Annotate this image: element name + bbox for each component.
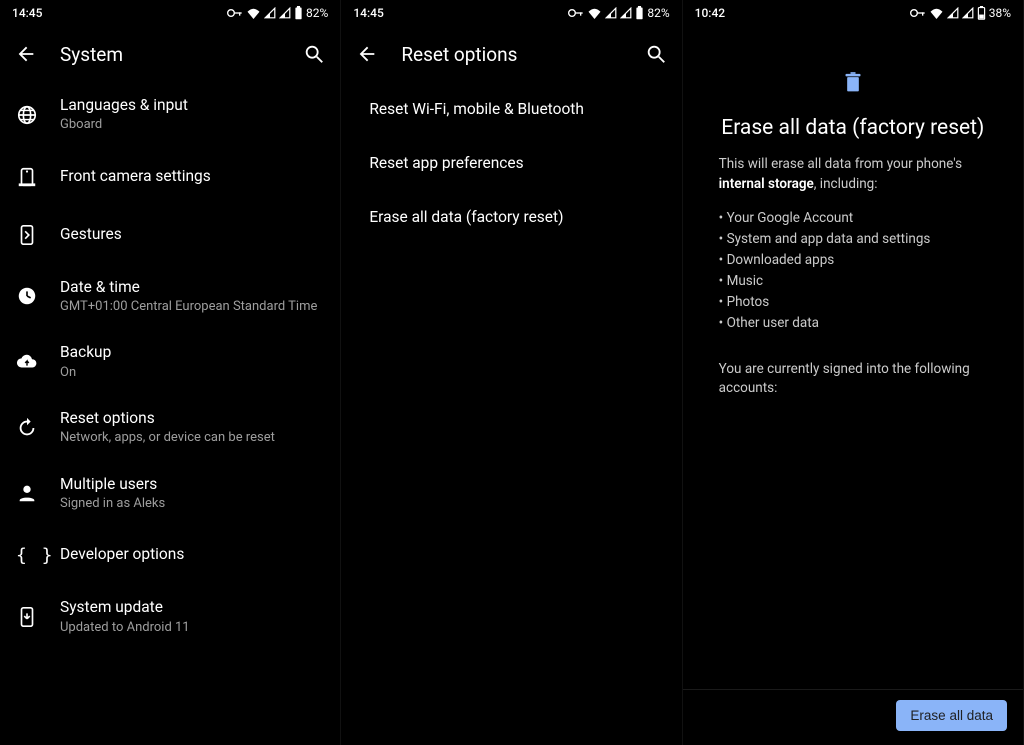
search-icon — [303, 43, 325, 65]
status-indicators: 82% — [227, 6, 328, 20]
item-multiple-users[interactable]: Multiple users Signed in as Aleks — [0, 461, 340, 527]
vpn-key-icon — [568, 8, 584, 18]
signal-icon-2 — [962, 7, 974, 19]
arrow-back-icon — [15, 43, 37, 65]
signal-icon — [605, 7, 617, 19]
erase-all-data[interactable]: Erase all data (factory reset) — [341, 190, 681, 244]
cloud-upload-icon — [16, 351, 38, 373]
erase-list-item: Your Google Account — [719, 208, 931, 229]
reset-wifi-mobile-bluetooth[interactable]: Reset Wi-Fi, mobile & Bluetooth — [341, 82, 681, 136]
wifi-icon — [929, 7, 944, 19]
item-sub: GMT+01:00 Central European Standard Time — [60, 299, 322, 315]
front-camera-icon — [16, 166, 38, 188]
wifi-icon — [246, 7, 261, 19]
erase-list-item: System and app data and settings — [719, 229, 931, 250]
item-title: Backup — [60, 343, 322, 362]
status-bar: 10:42 38% — [683, 0, 1023, 26]
signal-icon-2 — [620, 7, 632, 19]
item-title: Developer options — [60, 545, 322, 564]
erase-desc-prefix: This will erase all data from your phone… — [719, 156, 962, 172]
restore-icon — [16, 417, 38, 439]
battery-text: 82% — [306, 6, 328, 20]
back-button[interactable] — [14, 42, 38, 66]
erase-accounts-note: You are currently signed into the follow… — [719, 360, 987, 399]
erase-body: Erase all data (factory reset) This will… — [683, 26, 1023, 689]
back-button[interactable] — [355, 42, 379, 66]
settings-list: Languages & input Gboard Front camera set… — [0, 82, 340, 745]
status-time: 14:45 — [12, 6, 42, 20]
erase-desc-suffix: , including: — [814, 176, 878, 192]
item-gestures[interactable]: Gestures — [0, 206, 340, 264]
search-icon — [645, 43, 667, 65]
battery-text: 38% — [989, 6, 1011, 20]
factory-reset-screen: 10:42 38% Erase all data (factory reset)… — [683, 0, 1024, 745]
battery-icon — [977, 6, 986, 20]
status-bar: 14:45 82% — [341, 0, 681, 26]
erase-all-data-button[interactable]: Erase all data — [896, 700, 1007, 731]
erase-desc-storage: internal storage — [719, 176, 814, 192]
braces-icon: { } — [16, 545, 55, 566]
system-settings-screen: 14:45 82% System Languages & input Gboard… — [0, 0, 341, 745]
reset-list: Reset Wi-Fi, mobile & Bluetooth Reset ap… — [341, 82, 681, 745]
clock-icon — [16, 285, 38, 307]
erase-list-item: Other user data — [719, 313, 931, 334]
status-time: 14:45 — [353, 6, 383, 20]
signal-icon-2 — [279, 7, 291, 19]
vpn-key-icon — [910, 8, 926, 18]
signal-icon — [947, 7, 959, 19]
item-sub: Updated to Android 11 — [60, 620, 322, 636]
item-front-camera[interactable]: Front camera settings — [0, 148, 340, 206]
item-developer-options[interactable]: { } Developer options — [0, 526, 340, 584]
erase-list-item: Music — [719, 271, 931, 292]
app-bar: System — [0, 26, 340, 82]
vpn-key-icon — [227, 8, 243, 18]
item-title: Date & time — [60, 278, 322, 297]
app-bar: Reset options — [341, 26, 681, 82]
erase-title: Erase all data (factory reset) — [721, 116, 984, 141]
gestures-icon — [16, 224, 38, 246]
item-title: Gestures — [60, 225, 322, 244]
battery-text: 82% — [647, 6, 669, 20]
status-indicators: 38% — [910, 6, 1011, 20]
wifi-icon — [587, 7, 602, 19]
erase-list-item: Photos — [719, 292, 931, 313]
page-title: System — [60, 43, 302, 66]
item-sub: Gboard — [60, 117, 322, 133]
reset-options-screen: 14:45 82% Reset options Reset Wi-Fi, mob… — [341, 0, 682, 745]
erase-list-item: Downloaded apps — [719, 250, 931, 271]
battery-icon — [294, 6, 303, 20]
person-icon — [16, 482, 38, 504]
item-title: Front camera settings — [60, 167, 322, 186]
arrow-back-icon — [356, 43, 378, 65]
signal-icon — [264, 7, 276, 19]
globe-icon — [16, 104, 38, 126]
system-update-icon — [16, 606, 38, 628]
item-title: Reset options — [60, 409, 322, 428]
item-reset-options[interactable]: Reset options Network, apps, or device ca… — [0, 395, 340, 461]
page-title: Reset options — [401, 43, 643, 66]
trash-icon — [843, 72, 863, 98]
erase-list: Your Google Account System and app data … — [719, 208, 931, 334]
item-title: System update — [60, 598, 322, 617]
item-sub: Network, apps, or device can be reset — [60, 430, 322, 446]
status-indicators: 82% — [568, 6, 669, 20]
item-title: Languages & input — [60, 96, 322, 115]
item-sub: Signed in as Aleks — [60, 496, 322, 512]
status-bar: 14:45 82% — [0, 0, 340, 26]
search-button[interactable] — [644, 42, 668, 66]
item-languages-input[interactable]: Languages & input Gboard — [0, 82, 340, 148]
battery-icon — [635, 6, 644, 20]
item-date-time[interactable]: Date & time GMT+01:00 Central European St… — [0, 264, 340, 330]
reset-app-preferences[interactable]: Reset app preferences — [341, 136, 681, 190]
item-title: Multiple users — [60, 475, 322, 494]
search-button[interactable] — [302, 42, 326, 66]
erase-description: This will erase all data from your phone… — [719, 155, 987, 194]
item-system-update[interactable]: System update Updated to Android 11 — [0, 584, 340, 650]
item-backup[interactable]: Backup On — [0, 329, 340, 395]
erase-footer: Erase all data — [683, 689, 1023, 745]
status-time: 10:42 — [695, 6, 725, 20]
item-sub: On — [60, 365, 322, 381]
